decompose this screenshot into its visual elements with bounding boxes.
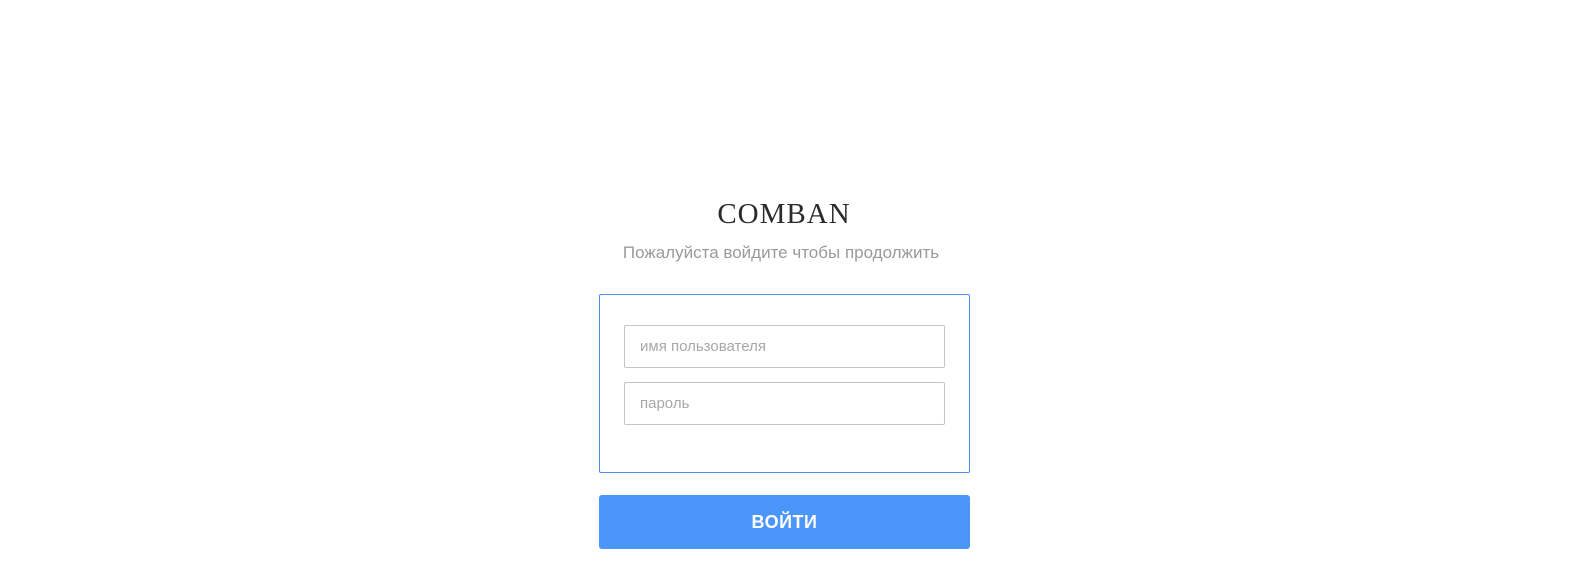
username-input[interactable] [624, 325, 945, 368]
password-input[interactable] [624, 382, 945, 425]
login-subtitle: Пожалуйста войдите чтобы продолжить [622, 243, 940, 262]
brand-logo: COMBAN [717, 198, 851, 230]
login-form [599, 294, 970, 473]
login-button[interactable]: ВОЙТИ [599, 495, 970, 549]
